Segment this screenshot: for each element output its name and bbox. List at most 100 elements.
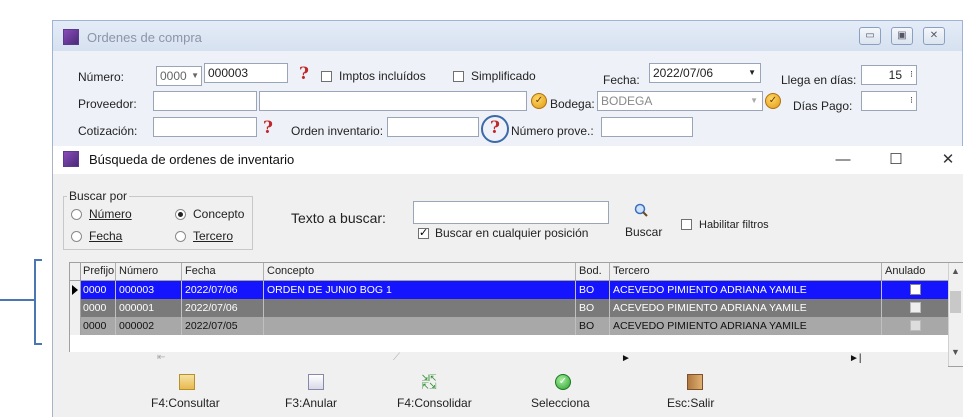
cell-bod: BO (576, 281, 610, 299)
imptos-label: Imptos incluídos (339, 69, 426, 83)
fecha-label: Fecha: (603, 73, 640, 87)
simplificado-checkbox[interactable] (453, 71, 464, 82)
cell-prefijo: 0000 (80, 317, 116, 335)
ordenes-compra-titlebar: Ordenes de compra ▭ ▣ ✕ (53, 21, 962, 51)
col-header-fecha[interactable]: Fecha (182, 263, 264, 280)
habilitar-filtros-checkbox[interactable] (681, 219, 692, 230)
radio-numero[interactable] (71, 209, 82, 220)
annotation-pointer-line (0, 299, 34, 301)
col-header-concepto[interactable]: Concepto (264, 263, 576, 280)
spin-icon: ⁝ (910, 69, 913, 79)
fecha-input[interactable]: 2022/07/06 ▼ (649, 63, 761, 83)
scroll-thumb[interactable] (950, 291, 961, 313)
anular-icon (308, 374, 324, 390)
last-record-icon[interactable]: ►| (849, 353, 862, 364)
next-record-icon[interactable]: ► (621, 353, 631, 364)
bodega-select[interactable]: BODEGA ▼ (597, 91, 763, 111)
app-icon (63, 29, 79, 45)
help-question-icon[interactable]: ? (299, 66, 309, 83)
annotation-bracket-bottom (34, 343, 42, 345)
chevron-down-icon: ▼ (748, 68, 756, 77)
busqueda-title: Búsqueda de ordenes de inventario (89, 152, 295, 167)
consultar-button[interactable]: F4:Consultar (151, 396, 220, 410)
numero-input[interactable]: 000003 (204, 63, 288, 83)
scroll-down-icon[interactable]: ▼ (951, 347, 960, 357)
radio-tercero-label: Tercero (193, 229, 234, 243)
col-header-tercero[interactable]: Tercero (610, 263, 882, 280)
grid-vertical-scrollbar[interactable]: ▲ ▼ (948, 263, 963, 366)
table-row[interactable]: 0000 000003 2022/07/06 ORDEN DE JUNIO BO… (70, 281, 950, 299)
anular-button[interactable]: F3:Anular (285, 396, 337, 410)
cell-anulado (882, 299, 950, 317)
radio-tercero[interactable] (175, 231, 186, 242)
selecciona-button[interactable]: Selecciona (531, 396, 590, 410)
cell-fecha: 2022/07/05 (182, 317, 264, 335)
dias-pago-stepper[interactable]: ⁝ (861, 91, 917, 111)
numero-prefix-select[interactable]: 0000 ▼ (156, 66, 202, 86)
cell-anulado (882, 317, 950, 335)
bodega-lookup-icon[interactable]: ✓ (765, 93, 781, 109)
help-question-icon[interactable]: ? (263, 120, 273, 137)
proveedor-name-input[interactable] (259, 91, 527, 111)
prior-record-icon[interactable]: ⟋ (393, 352, 400, 363)
radio-fecha[interactable] (71, 231, 82, 242)
minimize-button[interactable]: ▭ (859, 27, 881, 45)
llega-stepper[interactable]: 15 ⁝ (861, 65, 917, 85)
annotation-bracket (34, 259, 36, 345)
buscar-button[interactable]: Buscar (625, 225, 662, 239)
texto-buscar-input[interactable] (413, 201, 609, 224)
numero-label: Número: (78, 70, 125, 84)
proveedor-code-input[interactable] (153, 91, 257, 111)
anulado-checkbox[interactable] (910, 302, 921, 313)
imptos-checkbox[interactable] (321, 71, 332, 82)
close-button[interactable]: ✕ (923, 27, 945, 45)
salir-button[interactable]: Esc:Salir (667, 396, 714, 410)
dialog-toolbar: F4:Consultar F3:Anular ⇲⇱ ⇱⇲ F4:Consolida… (53, 371, 963, 417)
col-header-prefijo[interactable]: Prefijo (80, 263, 116, 280)
cell-anulado (882, 281, 950, 299)
proveedor-lookup-icon[interactable]: ✓ (531, 93, 547, 109)
ordenes-compra-title: Ordenes de compra (87, 30, 202, 45)
table-row[interactable]: 0000 000002 2022/07/05 BO ACEVEDO PIMIEN… (70, 317, 950, 335)
numero-prove-label: Número prove.: (511, 124, 594, 138)
cell-numero: 000003 (116, 281, 182, 299)
cell-fecha: 2022/07/06 (182, 299, 264, 317)
cell-numero: 000002 (116, 317, 182, 335)
first-record-icon[interactable]: ⇤ (157, 352, 165, 363)
radio-concepto-label: Concepto (193, 207, 245, 221)
anulado-checkbox[interactable] (910, 284, 921, 295)
selecciona-icon: ✓ (555, 374, 571, 390)
radio-numero-label: Número (89, 207, 132, 221)
table-row[interactable]: 0000 000001 2022/07/06 BO ACEVEDO PIMIEN… (70, 299, 950, 317)
cell-bod: BO (576, 299, 610, 317)
minimize-button[interactable]: — (832, 149, 854, 171)
cotizacion-input[interactable] (153, 117, 257, 137)
scroll-up-icon[interactable]: ▲ (951, 266, 960, 276)
col-header-bod[interactable]: Bod. (576, 263, 610, 280)
busqueda-titlebar: Búsqueda de ordenes de inventario — ☐ ✕ (53, 146, 963, 174)
cell-bod: BO (576, 317, 610, 335)
proveedor-label: Proveedor: (78, 97, 137, 111)
chevron-down-icon: ▼ (191, 71, 199, 80)
orden-inventario-help-icon[interactable]: ? (490, 120, 500, 137)
close-button[interactable]: ✕ (937, 149, 959, 171)
numero-prove-input[interactable] (601, 117, 693, 137)
ordenes-compra-window: Ordenes de compra ▭ ▣ ✕ Número: 0000 ▼ 00… (52, 20, 963, 150)
maximize-button[interactable]: ▣ (891, 27, 913, 45)
col-header-numero[interactable]: Número (116, 263, 182, 280)
cell-fecha: 2022/07/06 (182, 281, 264, 299)
grid-navigator: ⇤ ⟋ ► ►| (53, 352, 948, 368)
consolidar-button[interactable]: F4:Consolidar (397, 396, 472, 410)
cualquier-posicion-checkbox[interactable]: ✓ (418, 227, 429, 239)
radio-concepto[interactable] (175, 209, 186, 220)
cell-tercero: ACEVEDO PIMIENTO ADRIANA YAMILE (610, 281, 882, 299)
habilitar-filtros-label: Habilitar filtros (699, 219, 769, 231)
search-icon[interactable] (633, 202, 649, 218)
simplificado-label: Simplificado (471, 69, 536, 83)
consultar-icon (179, 374, 195, 390)
annotation-bracket-top (34, 259, 42, 261)
maximize-button[interactable]: ☐ (885, 149, 907, 171)
anulado-checkbox[interactable] (910, 320, 921, 331)
col-header-anulado[interactable]: Anulado (882, 263, 950, 280)
orden-inventario-input[interactable] (387, 117, 479, 137)
